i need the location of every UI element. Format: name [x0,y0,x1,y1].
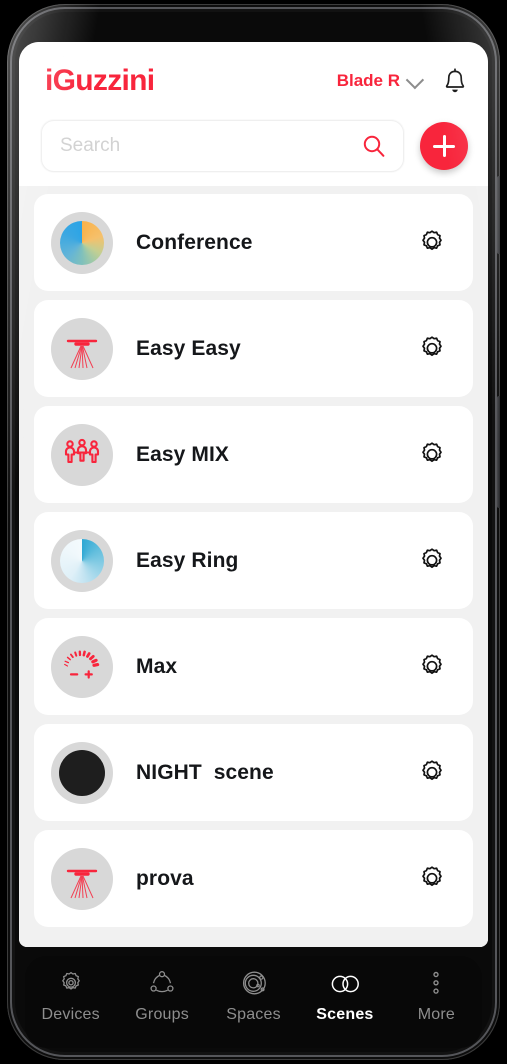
downlight-beam-icon [66,339,98,368]
pie-chart-blue-icon [60,538,104,583]
scene-settings-button[interactable] [413,648,451,686]
gear-icon [422,865,442,886]
bottom-navigation: Devices Groups Spaces Scenes More [25,956,482,1048]
scene-label: NIGHT scene [136,760,274,784]
dimmer-gauge-icon [64,649,100,679]
nav-item-spaces[interactable]: Spaces [208,969,299,1024]
three-dots-vertical-icon [429,969,443,999]
scene-thumbnail [51,317,113,380]
phone-screen: iGuzzini Blade R Search Conference Easy … [19,42,488,947]
list-item[interactable]: Easy MIX [34,406,473,503]
notifications-button[interactable] [440,66,470,96]
gear-icon [422,335,442,356]
scene-settings-button[interactable] [413,436,451,474]
orbit-rings-icon [239,969,269,999]
dark-circle-icon [59,749,105,796]
scene-label: Max [136,654,178,678]
project-name-label: Blade R [336,71,400,90]
plus-icon [432,134,456,158]
phone-frame: iGuzzini Blade R Search Conference Easy … [7,4,500,1060]
scene-label: Easy Easy [136,336,241,360]
nav-label: Groups [135,1006,189,1023]
nav-label: More [417,1006,455,1023]
search-icon[interactable] [361,133,387,159]
nav-label: Scenes [316,1006,374,1023]
bell-icon [445,68,465,93]
scene-thumbnail [51,635,113,698]
list-item[interactable]: Easy Easy [34,300,473,397]
list-item[interactable]: NIGHT scene [34,724,473,821]
scene-settings-button[interactable] [413,860,451,898]
search-input[interactable] [60,135,361,157]
downlight-beam-icon [66,869,98,898]
nav-item-devices[interactable]: Devices [25,969,116,1024]
power-button[interactable] [497,396,500,508]
search-row [19,120,488,172]
gear-icon [422,547,442,568]
chevron-down-icon [405,70,425,89]
list-item[interactable]: prova [34,830,473,927]
nav-label: Spaces [226,1006,281,1023]
nav-label: Devices [41,1006,100,1023]
scene-settings-button[interactable] [413,542,451,580]
people-group-icon [64,438,100,463]
scene-settings-button[interactable] [413,224,451,262]
search-box[interactable] [41,120,404,172]
scene-thumbnail [51,211,113,274]
scene-label: Conference [136,230,253,254]
list-item[interactable]: Conference [34,194,473,291]
scene-label: Easy Ring [136,548,239,572]
project-selector[interactable]: Blade R [336,70,425,91]
scene-list[interactable]: Conference Easy Easy Easy MIX Easy Ring … [19,186,488,947]
scene-settings-button[interactable] [413,330,451,368]
scene-label: Easy MIX [136,442,230,466]
scene-thumbnail [51,741,113,804]
scene-thumbnail [51,423,113,486]
brand-logo: iGuzzini [45,64,155,97]
scene-thumbnail [51,529,113,592]
app-header: iGuzzini Blade R [19,42,488,186]
gear-icon [422,441,442,462]
add-scene-button[interactable] [420,122,468,170]
gear-icon [422,759,442,780]
gear-outline-icon [56,969,86,999]
list-item[interactable]: Easy Ring [34,512,473,609]
scene-label: prova [136,866,194,890]
nav-item-scenes[interactable]: Scenes [299,969,390,1024]
two-circles-icon [328,969,362,999]
list-item[interactable]: Max [34,618,473,715]
nav-item-groups[interactable]: Groups [116,969,207,1024]
nodes-triangle-icon [147,969,177,999]
top-bar: iGuzzini Blade R [19,42,488,120]
scene-thumbnail [51,847,113,910]
scene-settings-button[interactable] [413,754,451,792]
pie-chart-warm-cool-icon [60,220,104,265]
volume-button[interactable] [497,176,500,254]
gear-icon [422,229,442,250]
nav-item-more[interactable]: More [391,969,482,1024]
gear-icon [422,653,442,674]
